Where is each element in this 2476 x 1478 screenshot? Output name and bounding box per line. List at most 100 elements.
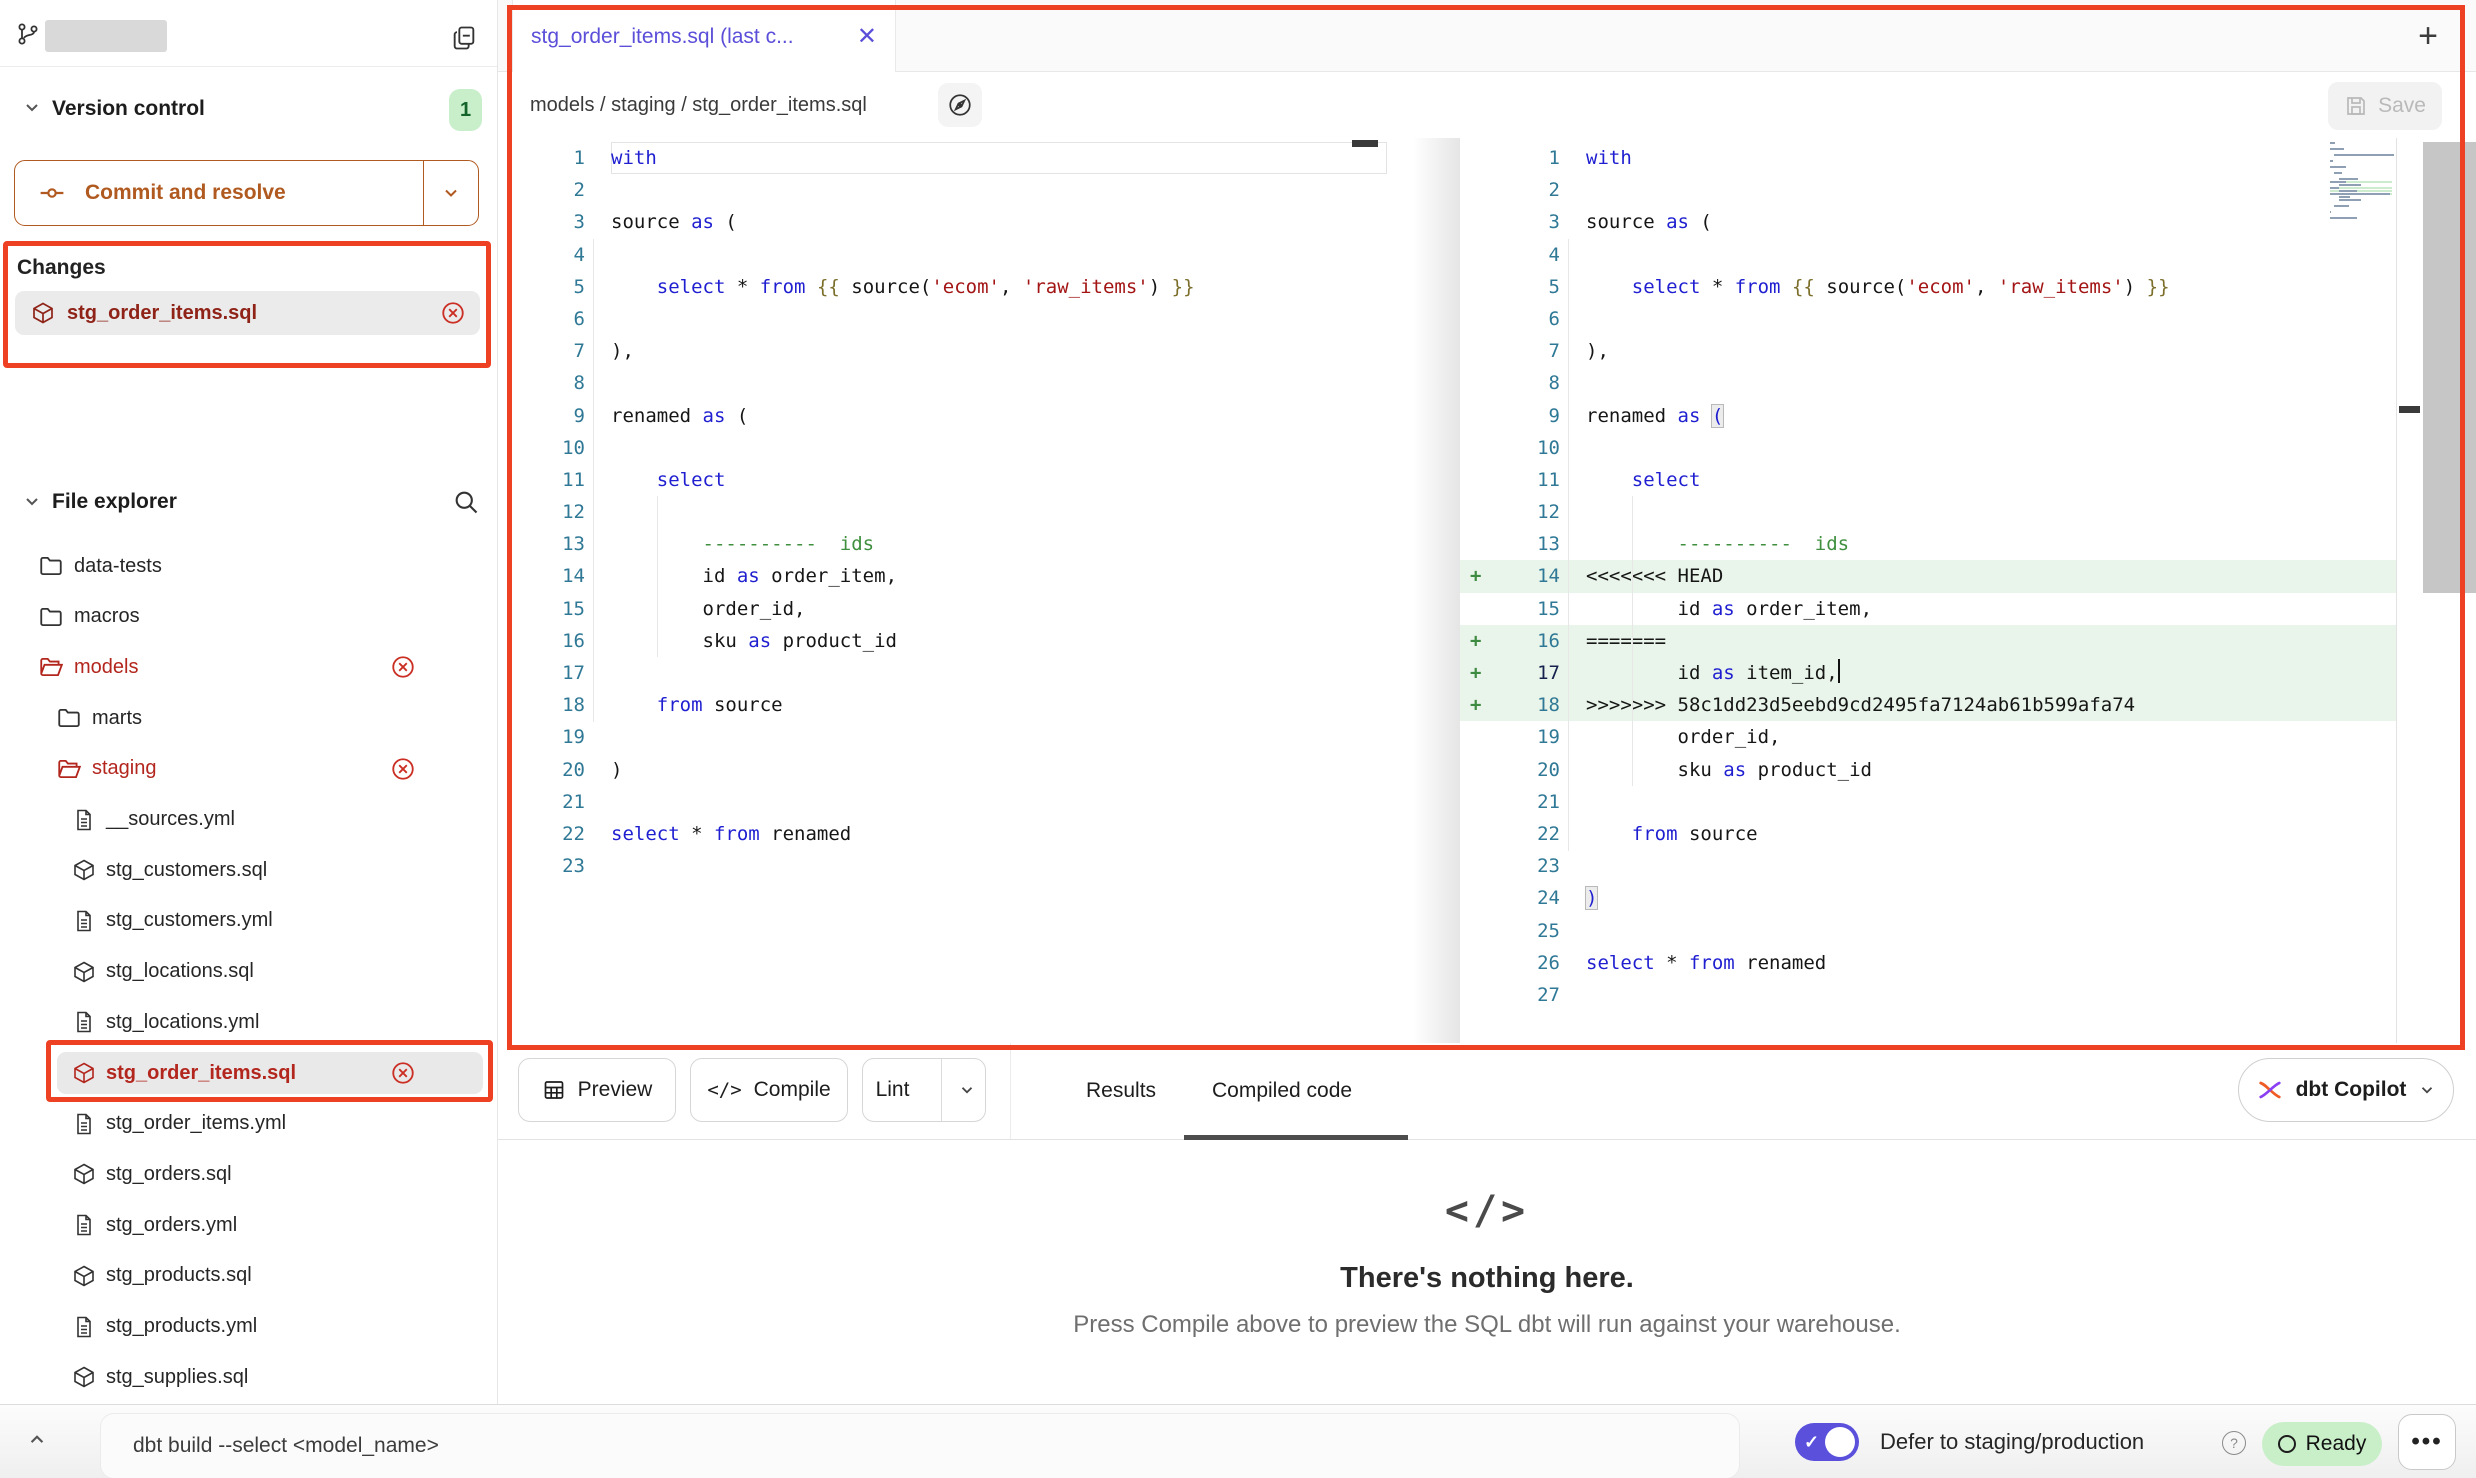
right-scrollbar-thumb[interactable] <box>2399 406 2420 413</box>
code-line-23: 23 <box>507 850 1387 882</box>
discard-change-icon[interactable] <box>390 654 416 680</box>
text-cursor <box>1838 659 1840 683</box>
line-number: 18 <box>507 689 585 721</box>
commit-and-resolve-button[interactable]: Commit and resolve <box>14 160 479 226</box>
tab-strip: stg_order_items.sql (last c... ✕ + <box>498 0 2476 72</box>
scroll-track <box>2423 142 2476 593</box>
editor-area: stg_order_items.sql (last c... ✕ + model… <box>498 0 2476 1404</box>
empty-state-title: There's nothing here. <box>498 1262 2476 1295</box>
discard-change-icon[interactable] <box>390 756 416 782</box>
command-placeholder: dbt build --select <model_name> <box>133 1434 439 1458</box>
file-tree-item-staging[interactable]: staging <box>0 748 497 790</box>
right-scrollbar[interactable] <box>2396 138 2423 1043</box>
line-number: 2 <box>507 174 585 206</box>
diff-gutter <box>1460 367 1490 399</box>
line-number: 16 <box>1490 625 1560 657</box>
diff-gutter <box>1460 786 1490 818</box>
line-number: 26 <box>1490 947 1560 979</box>
diff-added-marker: + <box>1460 560 1490 592</box>
tab-results[interactable]: Results <box>1086 1043 1156 1139</box>
folder-open-icon <box>38 654 64 680</box>
commit-options-caret[interactable] <box>423 161 478 225</box>
tab-close-icon[interactable]: ✕ <box>857 22 877 51</box>
save-button[interactable]: Save <box>2328 82 2442 130</box>
file-tree-item-models[interactable]: models <box>0 646 497 688</box>
lineage-button[interactable] <box>938 83 982 127</box>
changed-file-row[interactable]: stg_order_items.sql <box>15 291 480 335</box>
bottom-toolbar: Preview </> Compile Lint Results Compile… <box>498 1043 2476 1140</box>
defer-toggle[interactable]: ✓ <box>1795 1423 1859 1461</box>
diff-gutter <box>1460 496 1490 528</box>
diff-gutter <box>1460 174 1490 206</box>
file-name: stg_customers.sql <box>106 859 267 882</box>
copy-icon[interactable] <box>450 24 478 52</box>
line-number: 23 <box>1490 850 1560 882</box>
code-line-3: 3source as ( <box>507 206 1387 238</box>
line-number: 24 <box>1490 882 1560 914</box>
file-tree-item-stg_orders.sql[interactable]: stg_orders.sql <box>0 1153 497 1195</box>
editor-pane-left[interactable]: 1with23source as (45 select * from {{ so… <box>507 138 1387 1043</box>
editor-pane-right[interactable]: 1with23source as (45 select * from {{ so… <box>1460 138 2396 1043</box>
code-line-26: 26select * from renamed <box>1460 947 2396 979</box>
file-name: __sources.yml <box>106 808 235 831</box>
save-floppy-icon <box>2344 94 2368 118</box>
minimap[interactable] <box>2330 142 2392 223</box>
tab-stg-order-items[interactable]: stg_order_items.sql (last c... ✕ <box>512 0 896 73</box>
dbt-copilot-button[interactable]: dbt Copilot <box>2238 1058 2454 1122</box>
file-tree-item-data-tests[interactable]: data-tests <box>0 545 497 587</box>
file-tree-item-macros[interactable]: macros <box>0 596 497 638</box>
git-branch-icon[interactable] <box>16 22 40 46</box>
file-tree-item-stg_locations.yml[interactable]: stg_locations.yml <box>0 1001 497 1043</box>
file-tree-item-marts[interactable]: marts <box>0 697 497 739</box>
file-name: stg_orders.yml <box>106 1214 237 1237</box>
file-tree-item-stg_supplies.sql[interactable]: stg_supplies.sql <box>0 1356 497 1398</box>
command-bar-expand-icon[interactable] <box>24 1427 50 1453</box>
file-tree-item-stg_products.sql[interactable]: stg_products.sql <box>0 1255 497 1297</box>
new-tab-button[interactable]: + <box>2410 18 2446 54</box>
version-control-collapse-icon[interactable] <box>22 98 42 118</box>
file-tree-item-__sources.yml[interactable]: __sources.yml <box>0 799 497 841</box>
left-scrollbar-thumb[interactable] <box>1352 140 1378 147</box>
file-tree-item-stg_customers.sql[interactable]: stg_customers.sql <box>0 849 497 891</box>
preview-label: Preview <box>578 1078 653 1102</box>
file-name: stg_locations.yml <box>106 1011 259 1034</box>
branch-name-redacted[interactable] <box>45 20 167 52</box>
model-icon <box>72 960 96 984</box>
file-icon <box>72 808 96 832</box>
diff-gutter <box>1460 335 1490 367</box>
file-name: stg_order_items.sql <box>106 1062 296 1085</box>
discard-change-icon[interactable] <box>390 1060 416 1086</box>
discard-change-icon[interactable] <box>440 300 466 326</box>
search-icon[interactable] <box>452 488 480 516</box>
diff-gutter <box>1460 721 1490 753</box>
file-icon <box>72 909 96 933</box>
line-number: 20 <box>1490 754 1560 786</box>
line-number: 11 <box>1490 464 1560 496</box>
diff-gutter <box>1460 915 1490 947</box>
file-tree-item-stg_order_items.sql[interactable]: stg_order_items.sql <box>57 1052 483 1094</box>
file-name: stg_locations.sql <box>106 960 254 983</box>
tab-compiled-code[interactable]: Compiled code <box>1212 1043 1352 1139</box>
file-tree-item-stg_orders.yml[interactable]: stg_orders.yml <box>0 1204 497 1246</box>
code-line-22: 22select * from renamed <box>507 818 1387 850</box>
lint-button[interactable]: Lint <box>862 1058 986 1122</box>
model-icon <box>72 1061 96 1085</box>
more-options-button[interactable]: ••• <box>2398 1414 2456 1470</box>
help-icon[interactable]: ? <box>2222 1431 2246 1455</box>
file-tree-item-stg_locations.sql[interactable]: stg_locations.sql <box>0 951 497 993</box>
file-tree-item-stg_products.yml[interactable]: stg_products.yml <box>0 1306 497 1348</box>
code-line-16: +16======= <box>1460 625 2396 657</box>
compile-button[interactable]: </> Compile <box>690 1058 848 1122</box>
file-explorer-title: File explorer <box>52 490 177 514</box>
code-line-16: 16 sku as product_id <box>507 625 1387 657</box>
status-badge[interactable]: Ready <box>2262 1422 2382 1466</box>
file-tree-item-stg_order_items.yml[interactable]: stg_order_items.yml <box>0 1103 497 1145</box>
line-number: 3 <box>507 206 585 238</box>
file-tree-item-stg_customers.yml[interactable]: stg_customers.yml <box>0 900 497 942</box>
command-input[interactable]: dbt build --select <model_name> <box>100 1413 1740 1478</box>
lint-caret-icon[interactable] <box>941 1059 992 1121</box>
preview-button[interactable]: Preview <box>518 1058 676 1122</box>
code-brackets-icon: </> <box>707 1079 741 1101</box>
line-number: 4 <box>1490 239 1560 271</box>
file-explorer-collapse-icon[interactable] <box>22 492 42 512</box>
